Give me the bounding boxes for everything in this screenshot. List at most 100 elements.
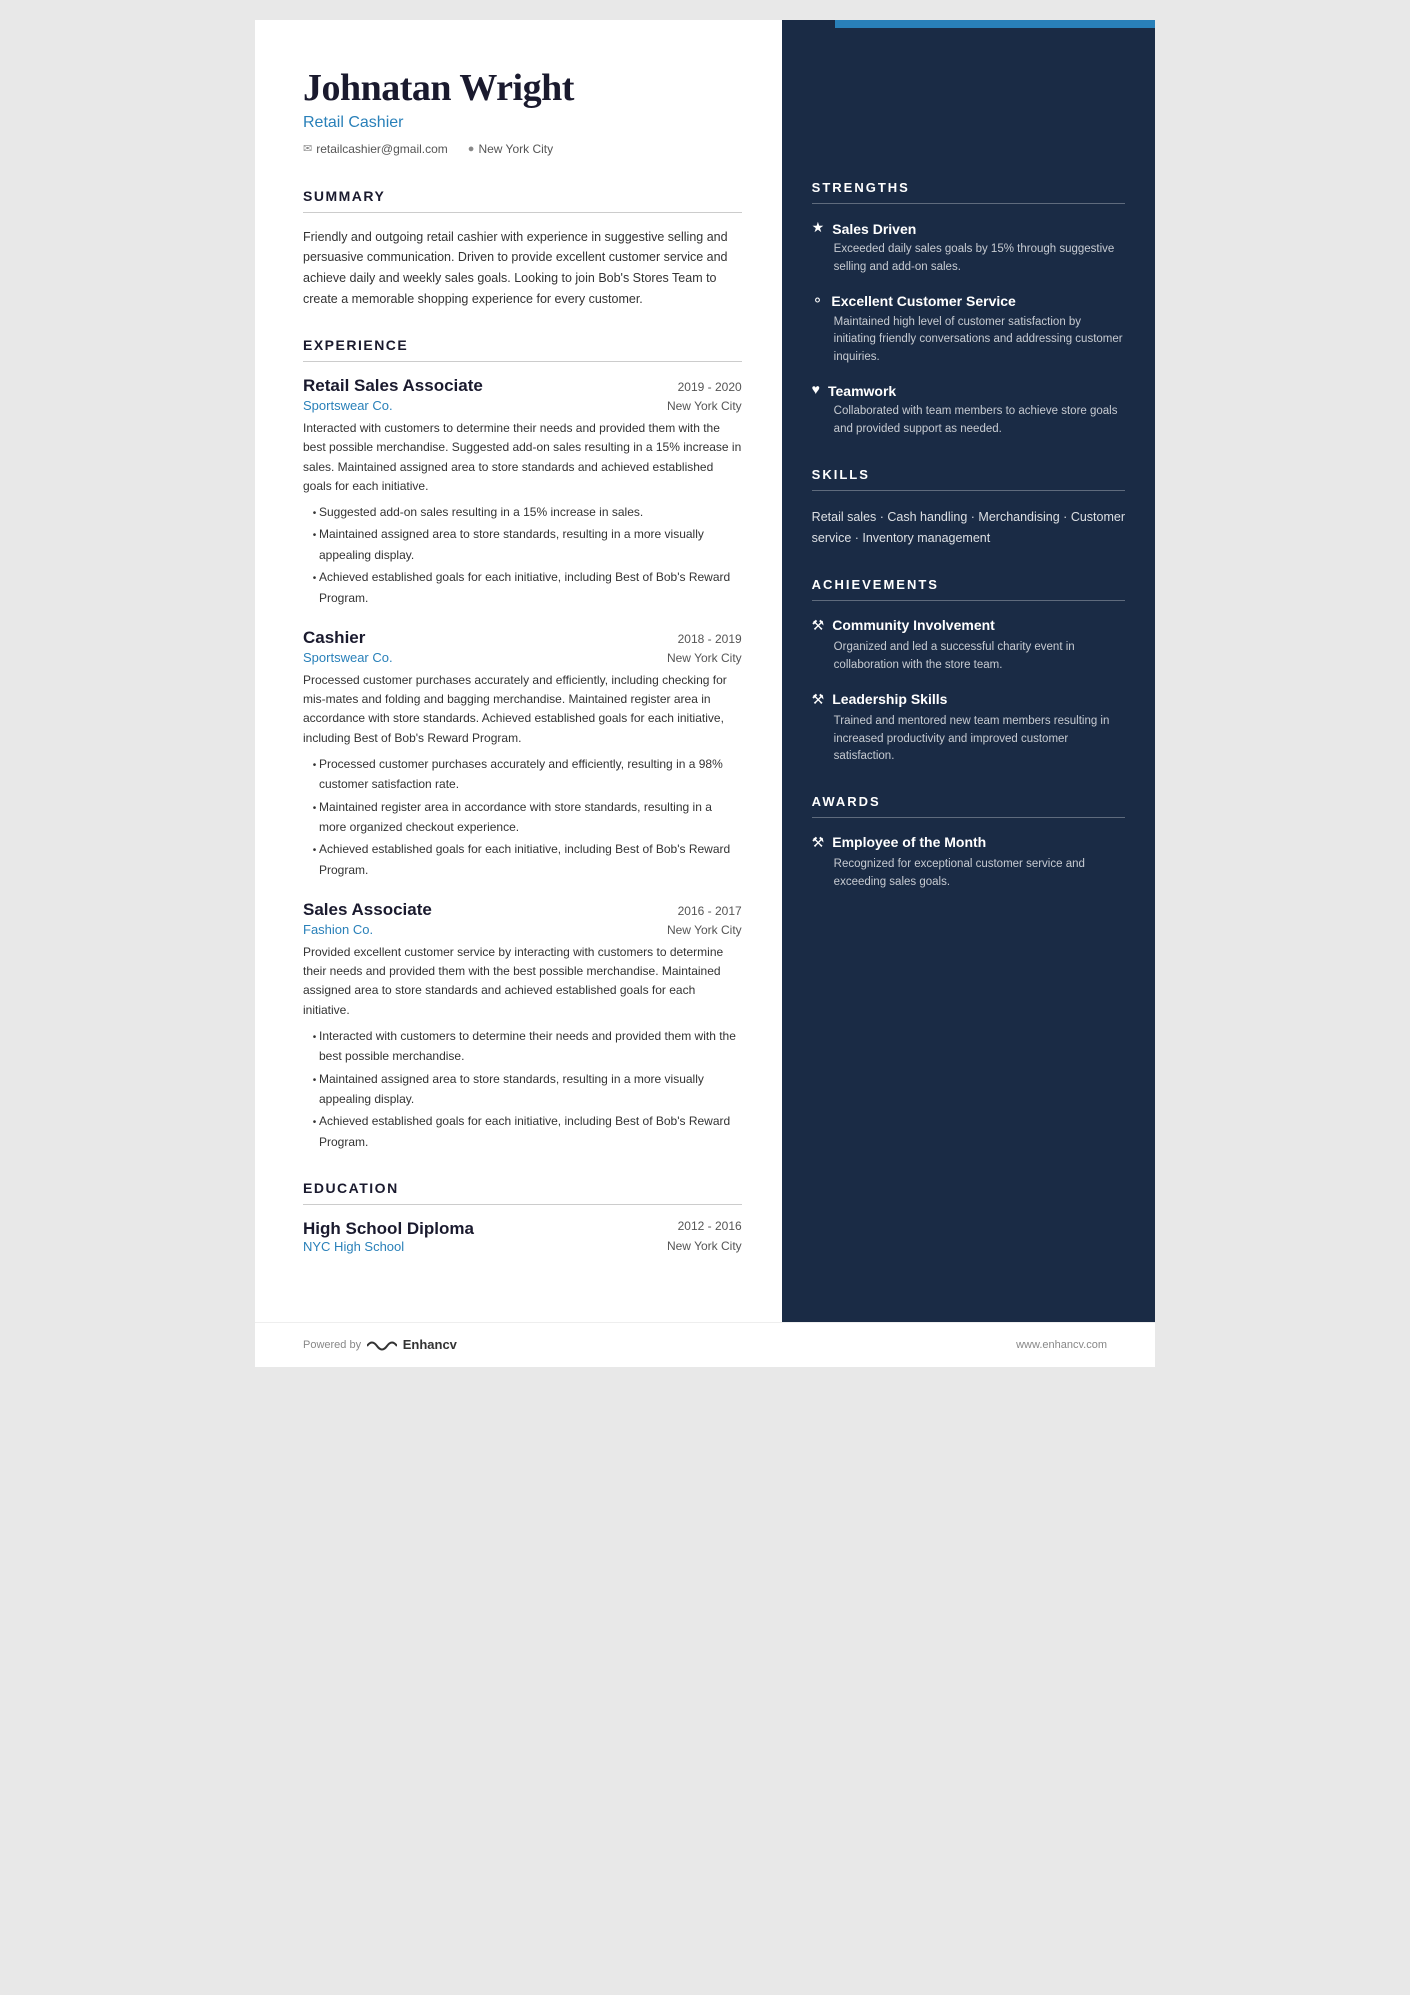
bullet-1-1: Suggested add-on sales resulting in a 15…	[319, 502, 742, 522]
achievement-icon-1: ⚒	[812, 618, 825, 635]
achievements-title: ACHIEVEMENTS	[812, 577, 1125, 592]
exp-location-3: New York City	[667, 923, 742, 937]
skills-section: SKILLS Retail sales · Cash handling · Me…	[812, 467, 1125, 550]
awards-section: AWARDS ⚒ Employee of the Month Recognize…	[812, 794, 1125, 892]
exp-company-3: Fashion Co.	[303, 922, 373, 937]
bullet-2-3: Achieved established goals for each init…	[319, 839, 742, 880]
experience-divider	[303, 361, 742, 362]
exp-bullets-3: Interacted with customers to determine t…	[303, 1026, 742, 1152]
bullet-3-2: Maintained assigned area to store standa…	[319, 1069, 742, 1110]
header-section: Johnatan Wright Retail Cashier ✉ retailc…	[303, 68, 742, 156]
achievements-section: ACHIEVEMENTS ⚒ Community Involvement Org…	[812, 577, 1125, 766]
strength-header-1: ★ Sales Driven	[812, 220, 1125, 237]
location-icon: ●	[468, 143, 475, 155]
exp-sub-3: Fashion Co. New York City	[303, 922, 742, 937]
edu-degree-1: High School Diploma	[303, 1219, 474, 1239]
edu-header-1: High School Diploma 2012 - 2016	[303, 1219, 742, 1239]
skills-title: SKILLS	[812, 467, 1125, 482]
bullet-1-2: Maintained assigned area to store standa…	[319, 524, 742, 565]
bullet-3-3: Achieved established goals for each init…	[319, 1111, 742, 1152]
experience-section: EXPERIENCE Retail Sales Associate 2019 -…	[303, 337, 742, 1152]
brand-name: Enhancv	[403, 1337, 457, 1352]
exp-header-1: Retail Sales Associate 2019 - 2020	[303, 376, 742, 396]
website-text: www.enhancv.com	[1016, 1339, 1107, 1351]
education-section: EDUCATION High School Diploma 2012 - 201…	[303, 1180, 742, 1254]
skills-text: Retail sales · Cash handling · Merchandi…	[812, 507, 1125, 550]
location-contact: ● New York City	[468, 142, 553, 156]
awards-divider	[812, 817, 1125, 818]
achievement-1: ⚒ Community Involvement Organized and le…	[812, 617, 1125, 675]
exp-location-2: New York City	[667, 651, 742, 665]
strengths-title: STRENGTHS	[812, 180, 1125, 195]
achievement-desc-1: Organized and led a successful charity e…	[812, 639, 1125, 675]
bulb-icon: ⚬	[812, 293, 824, 310]
award-1: ⚒ Employee of the Month Recognized for e…	[812, 834, 1125, 892]
enhancv-logo: Enhancv	[367, 1337, 457, 1353]
edu-dates-1: 2012 - 2016	[678, 1219, 742, 1239]
star-icon: ★	[812, 220, 825, 237]
bullet-2-1: Processed customer purchases accurately …	[319, 754, 742, 795]
strength-2: ⚬ Excellent Customer Service Maintained …	[812, 293, 1125, 367]
experience-title: EXPERIENCE	[303, 337, 742, 353]
footer-bar: Powered by Enhancv www.enhancv.com	[255, 1322, 1155, 1367]
award-title-1: Employee of the Month	[832, 834, 986, 850]
strengths-section: STRENGTHS ★ Sales Driven Exceeded daily …	[812, 180, 1125, 439]
exp-location-1: New York City	[667, 399, 742, 413]
exp-desc-1: Interacted with customers to determine t…	[303, 419, 742, 496]
heart-icon: ♥	[812, 383, 820, 399]
summary-text: Friendly and outgoing retail cashier wit…	[303, 227, 742, 310]
achievement-title-1: Community Involvement	[832, 617, 995, 633]
strength-desc-3: Collaborated with team members to achiev…	[812, 403, 1125, 439]
email-contact: ✉ retailcashier@gmail.com	[303, 142, 448, 156]
strength-desc-1: Exceeded daily sales goals by 15% throug…	[812, 241, 1125, 277]
candidate-name: Johnatan Wright	[303, 68, 742, 110]
exp-header-3: Sales Associate 2016 - 2017	[303, 900, 742, 920]
exp-entry-1: Retail Sales Associate 2019 - 2020 Sport…	[303, 376, 742, 608]
bullet-3-1: Interacted with customers to determine t…	[319, 1026, 742, 1067]
right-column: STRENGTHS ★ Sales Driven Exceeded daily …	[782, 20, 1155, 1322]
exp-sub-1: Sportswear Co. New York City	[303, 398, 742, 413]
contact-row: ✉ retailcashier@gmail.com ● New York Cit…	[303, 142, 742, 156]
award-desc-1: Recognized for exceptional customer serv…	[812, 856, 1125, 892]
job-title: Retail Cashier	[303, 114, 742, 132]
edu-school-1: NYC High School	[303, 1239, 404, 1254]
exp-dates-2: 2018 - 2019	[678, 632, 742, 646]
strength-desc-2: Maintained high level of customer satisf…	[812, 314, 1125, 367]
strength-1: ★ Sales Driven Exceeded daily sales goal…	[812, 220, 1125, 277]
exp-dates-1: 2019 - 2020	[678, 380, 742, 394]
bullet-2-2: Maintained register area in accordance w…	[319, 797, 742, 838]
exp-bullets-2: Processed customer purchases accurately …	[303, 754, 742, 880]
strength-3: ♥ Teamwork Collaborated with team member…	[812, 383, 1125, 439]
summary-divider	[303, 212, 742, 213]
exp-company-2: Sportswear Co.	[303, 650, 393, 665]
exp-entry-3: Sales Associate 2016 - 2017 Fashion Co. …	[303, 900, 742, 1152]
location-text: New York City	[478, 142, 553, 156]
edu-location-1: New York City	[667, 1239, 742, 1254]
achievement-title-2: Leadership Skills	[832, 691, 947, 707]
award-header-1: ⚒ Employee of the Month	[812, 834, 1125, 852]
award-icon-1: ⚒	[812, 835, 825, 852]
strength-header-3: ♥ Teamwork	[812, 383, 1125, 399]
bullet-1-3: Achieved established goals for each init…	[319, 567, 742, 608]
achievement-2: ⚒ Leadership Skills Trained and mentored…	[812, 691, 1125, 766]
footer-left: Powered by Enhancv	[303, 1337, 457, 1353]
education-divider	[303, 1204, 742, 1205]
exp-sub-2: Sportswear Co. New York City	[303, 650, 742, 665]
strength-title-1: Sales Driven	[832, 221, 916, 237]
exp-desc-3: Provided excellent customer service by i…	[303, 943, 742, 1020]
strength-header-2: ⚬ Excellent Customer Service	[812, 293, 1125, 310]
education-title: EDUCATION	[303, 1180, 742, 1196]
email-text: retailcashier@gmail.com	[316, 142, 448, 156]
achievement-desc-2: Trained and mentored new team members re…	[812, 713, 1125, 766]
exp-title-3: Sales Associate	[303, 900, 432, 920]
achievement-header-1: ⚒ Community Involvement	[812, 617, 1125, 635]
achievement-icon-2: ⚒	[812, 692, 825, 709]
exp-bullets-1: Suggested add-on sales resulting in a 15…	[303, 502, 742, 608]
email-icon: ✉	[303, 142, 312, 155]
awards-title: AWARDS	[812, 794, 1125, 809]
edu-entry-1: High School Diploma 2012 - 2016 NYC High…	[303, 1219, 742, 1254]
exp-header-2: Cashier 2018 - 2019	[303, 628, 742, 648]
summary-title: SUMMARY	[303, 188, 742, 204]
achievement-header-2: ⚒ Leadership Skills	[812, 691, 1125, 709]
strengths-divider	[812, 203, 1125, 204]
